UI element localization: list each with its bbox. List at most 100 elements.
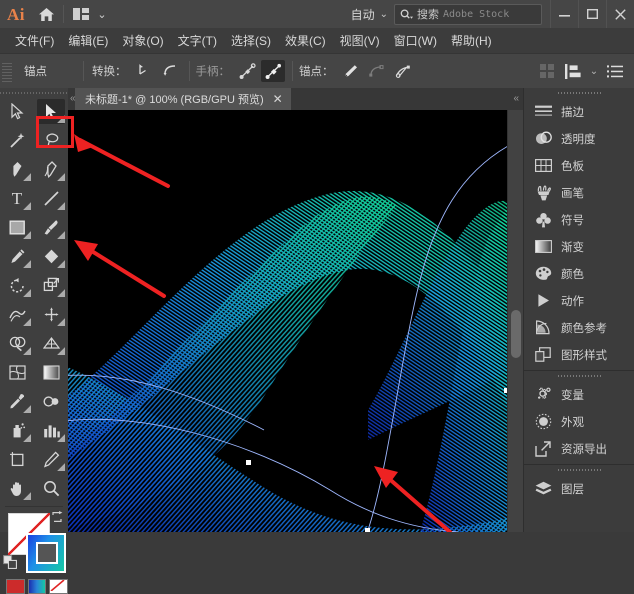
menu-file[interactable]: 文件(F) (8, 30, 61, 51)
panel-menu-icon[interactable] (603, 60, 627, 82)
panel-item-brushes[interactable]: 画笔 (524, 179, 634, 206)
eyedropper-tool[interactable] (0, 387, 34, 416)
selection-tool[interactable] (0, 97, 34, 126)
graphic-styles-icon (534, 346, 552, 364)
dock-grip-3[interactable] (524, 465, 634, 475)
artboard-tool[interactable] (0, 445, 34, 474)
default-fill-stroke-icon[interactable] (3, 555, 18, 575)
control-divider-1 (83, 61, 84, 81)
line-segment-tool[interactable] (34, 184, 68, 213)
canvas-vertical-scrollbar[interactable] (507, 110, 523, 532)
home-icon[interactable] (33, 1, 59, 27)
hide-handles-icon[interactable] (261, 60, 285, 82)
minimize-button[interactable] (550, 0, 578, 28)
shape-builder-tool[interactable] (0, 329, 34, 358)
remove-anchor-icon[interactable] (339, 60, 363, 82)
free-transform-tool[interactable] (34, 300, 68, 329)
panel-item-graphic-styles[interactable]: 图形样式 (524, 341, 634, 368)
document-tab-close-icon[interactable]: ✕ (273, 92, 283, 106)
tab-scroll-left-icon[interactable]: « (70, 93, 76, 104)
panel-item-stroke[interactable]: 描边 (524, 98, 634, 125)
panel-item-appearance[interactable]: 外观 (524, 408, 634, 435)
panel-item-transparency[interactable]: 透明度 (524, 125, 634, 152)
paintbrush-tool[interactable] (34, 213, 68, 242)
menu-object[interactable]: 对象(O) (115, 30, 170, 51)
stroke-swatch[interactable] (26, 533, 66, 573)
show-handles-icon[interactable] (235, 60, 259, 82)
transform-grid-icon (535, 60, 559, 82)
tab-scroll-right-icon[interactable]: « (513, 93, 519, 104)
convert-to-smooth-icon[interactable] (158, 60, 182, 82)
ai-logo: Ai (7, 6, 33, 23)
document-tab-title: 未标题-1* @ 100% (RGB/GPU 预览) (85, 91, 264, 107)
maximize-button[interactable] (578, 0, 606, 28)
panel-item-gradient[interactable]: 渐变 (524, 233, 634, 260)
slice-tool[interactable] (34, 445, 68, 474)
panel-item-color[interactable]: 颜色 (524, 260, 634, 287)
menu-window[interactable]: 窗口(W) (387, 30, 444, 51)
gradient-tool[interactable] (34, 358, 68, 387)
rectangle-tool[interactable] (0, 213, 34, 242)
panel-label: 资源导出 (561, 441, 607, 457)
panel-item-layers[interactable]: 图层 (524, 475, 634, 502)
swap-fill-stroke-icon[interactable] (51, 511, 63, 526)
cut-path-icon[interactable] (391, 60, 415, 82)
scrollbar-thumb[interactable] (511, 310, 521, 358)
panel-item-symbols[interactable]: 符号 (524, 206, 634, 233)
mesh-tool[interactable] (0, 358, 34, 387)
lasso-tool[interactable] (34, 126, 68, 155)
type-tool[interactable]: T (0, 184, 34, 213)
color-swatch-button[interactable] (6, 579, 25, 594)
workspace-chevron-down-icon[interactable]: ⌄ (380, 9, 388, 20)
dock-grip-2[interactable] (524, 371, 634, 381)
control-bar-grip[interactable] (2, 59, 12, 83)
width-tool[interactable] (0, 300, 34, 329)
menu-help[interactable]: 帮助(H) (444, 30, 499, 51)
pencil-tool[interactable] (0, 242, 34, 271)
align-chevron-down-icon[interactable]: ⌄ (587, 60, 601, 82)
panel-item-color-guide[interactable]: 颜色参考 (524, 314, 634, 341)
panel-item-variables[interactable]: 变量 (524, 381, 634, 408)
panel-label: 描边 (561, 104, 584, 120)
perspective-grid-tool[interactable] (34, 329, 68, 358)
panel-item-swatches[interactable]: 色板 (524, 152, 634, 179)
menu-edit[interactable]: 编辑(E) (61, 30, 115, 51)
rotate-tool[interactable] (0, 271, 34, 300)
handles-label: 手柄： (196, 63, 231, 79)
dock-grip[interactable] (524, 88, 634, 98)
artboard[interactable] (68, 110, 508, 532)
pen-tool[interactable] (0, 155, 34, 184)
blend-tool[interactable] (34, 387, 68, 416)
eraser-tool[interactable] (34, 242, 68, 271)
close-button[interactable] (606, 0, 634, 28)
column-graph-tool[interactable] (34, 416, 68, 445)
direct-selection-tool[interactable] (34, 97, 68, 126)
menu-type[interactable]: 文字(T) (171, 30, 224, 51)
title-bar: Ai ⌄ 自动 ⌄ (0, 0, 634, 28)
convert-to-corner-icon[interactable] (132, 60, 156, 82)
hand-tool[interactable] (0, 474, 34, 503)
convert-label: 转换： (92, 63, 127, 79)
asset-export-icon (534, 440, 552, 458)
symbol-sprayer-tool[interactable] (0, 416, 34, 445)
menu-effect[interactable]: 效果(C) (278, 30, 333, 51)
tools-panel-grip[interactable] (0, 88, 68, 97)
curvature-tool[interactable] (34, 155, 68, 184)
arrange-documents-icon[interactable] (68, 1, 94, 27)
panel-group-2: 变量 外观 资源导出 (524, 381, 634, 465)
gradient-swatch-button[interactable] (28, 579, 47, 594)
workspace-switcher[interactable]: 自动 ⌄ (351, 6, 394, 23)
zoom-tool[interactable] (34, 474, 68, 503)
arrange-chevron-down-icon[interactable]: ⌄ (94, 1, 110, 27)
none-swatch-button[interactable] (49, 579, 68, 594)
menu-view[interactable]: 视图(V) (333, 30, 387, 51)
panel-item-actions[interactable]: 动作 (524, 287, 634, 314)
scale-tool[interactable] (34, 271, 68, 300)
gradient-icon (534, 238, 552, 256)
magic-wand-tool[interactable] (0, 126, 34, 155)
panel-item-asset-export[interactable]: 资源导出 (524, 435, 634, 462)
align-icon[interactable] (561, 60, 585, 82)
document-tab[interactable]: 未标题-1* @ 100% (RGB/GPU 预览) ✕ (75, 88, 291, 110)
menu-select[interactable]: 选择(S) (224, 30, 278, 51)
search-input[interactable]: 搜索 Adobe Stock (394, 4, 542, 25)
